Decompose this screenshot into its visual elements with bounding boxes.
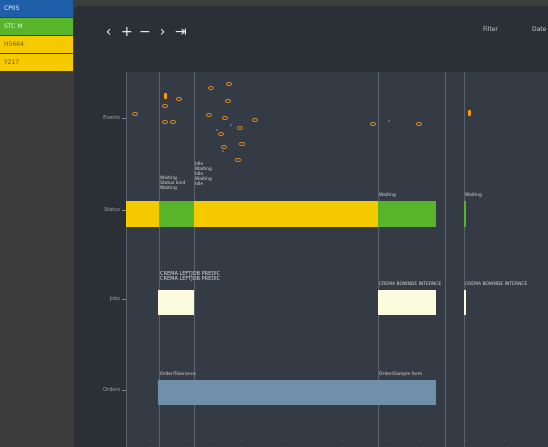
- job-bar[interactable]: [378, 290, 436, 315]
- event-marker[interactable]: [237, 126, 243, 130]
- event-flag[interactable]: [164, 93, 167, 99]
- gridline: [464, 72, 465, 447]
- x-tick: ·: [213, 438, 215, 443]
- gridline: [445, 72, 446, 447]
- status-bar[interactable]: [378, 201, 436, 227]
- event-marker[interactable]: [218, 132, 224, 136]
- date-menu[interactable]: Date: [532, 26, 546, 33]
- event-marker[interactable]: [208, 86, 214, 90]
- event-marker[interactable]: [388, 120, 390, 122]
- row-label-orders: Orders: [103, 387, 120, 393]
- event-marker[interactable]: [226, 82, 232, 86]
- status-note: Waiting: [379, 193, 396, 198]
- status-bar[interactable]: [159, 201, 194, 227]
- legend-item-stc[interactable]: STC M: [0, 18, 73, 35]
- back-icon[interactable]: ‹: [103, 22, 114, 42]
- job-bar[interactable]: [158, 290, 194, 315]
- event-flag[interactable]: [468, 110, 471, 116]
- forward-icon[interactable]: ›: [157, 22, 168, 42]
- legend-item-label: Y217: [4, 59, 20, 66]
- status-note: Waiting: [465, 193, 482, 198]
- event-marker[interactable]: [239, 142, 245, 146]
- toolbar: ‹ + − › ⇥: [103, 22, 187, 42]
- gridline: [126, 72, 127, 447]
- legend: CP05 STC M H5664 Y217: [0, 0, 73, 72]
- event-marker[interactable]: [222, 150, 224, 152]
- legend-item-h5664[interactable]: H5664: [0, 36, 73, 53]
- event-marker[interactable]: [225, 99, 231, 103]
- job-bar[interactable]: [464, 290, 466, 315]
- status-bar[interactable]: [126, 201, 159, 227]
- legend-item-cp05[interactable]: CP05: [0, 0, 73, 17]
- event-marker[interactable]: [230, 124, 232, 126]
- x-tick: ·: [504, 438, 506, 443]
- event-marker[interactable]: [162, 104, 168, 108]
- status-bar[interactable]: [194, 201, 378, 227]
- event-marker[interactable]: [416, 122, 422, 126]
- order-label: Order/Tolerance: [160, 372, 196, 377]
- row-label-events: Events: [103, 115, 120, 121]
- row-label-status: Status: [104, 207, 120, 213]
- job-label: CREMA BOWNDE INTERNCE: [379, 282, 442, 287]
- timeline-plot[interactable]: Waiting Status kind Waiting Idle Waiting…: [126, 72, 548, 447]
- legend-item-label: STC M: [4, 23, 23, 30]
- event-marker[interactable]: [162, 120, 168, 124]
- job-label: CREMA LEFTJOB PREDIC CREMA LEFTJOB PREDI…: [160, 271, 221, 282]
- event-marker[interactable]: [170, 120, 176, 124]
- filter-menu[interactable]: Filter: [483, 26, 498, 33]
- x-tick: ·: [150, 438, 152, 443]
- timeline-panel: ‹ + − › ⇥ Filter Date Events Status Jobs…: [74, 6, 548, 447]
- event-marker[interactable]: [222, 116, 228, 120]
- order-bar[interactable]: [158, 380, 436, 405]
- status-note: Idle Waiting Idle Waiting Idle: [195, 162, 212, 187]
- event-marker[interactable]: [132, 112, 138, 116]
- status-note: Waiting Status kind Waiting: [160, 176, 186, 191]
- row-label-jobs: Jobs: [109, 296, 120, 302]
- event-marker[interactable]: [221, 145, 227, 149]
- status-bar[interactable]: [464, 201, 466, 227]
- event-marker[interactable]: [252, 118, 258, 122]
- skip-to-end-icon[interactable]: ⇥: [175, 22, 187, 42]
- x-tick: ·: [126, 438, 128, 443]
- x-tick: ·: [386, 438, 388, 443]
- event-marker[interactable]: [216, 129, 218, 131]
- x-tick: ·: [241, 438, 243, 443]
- legend-item-y217[interactable]: Y217: [0, 54, 73, 71]
- zoom-out-icon[interactable]: −: [139, 22, 151, 42]
- x-tick: ·: [342, 438, 344, 443]
- x-tick: ·: [466, 438, 468, 443]
- event-marker[interactable]: [235, 158, 241, 162]
- job-label: CREMA BOWNDE INTERNCE: [465, 282, 528, 287]
- x-tick: ·: [282, 438, 284, 443]
- x-tick: ·: [186, 438, 188, 443]
- x-tick: ·: [420, 438, 422, 443]
- event-marker[interactable]: [176, 97, 182, 101]
- event-marker[interactable]: [370, 122, 376, 126]
- legend-item-label: H5664: [4, 41, 24, 48]
- order-label: Order/Sample form: [379, 372, 423, 377]
- event-marker[interactable]: [206, 113, 212, 117]
- legend-item-label: CP05: [4, 5, 20, 12]
- zoom-in-icon[interactable]: +: [121, 22, 133, 42]
